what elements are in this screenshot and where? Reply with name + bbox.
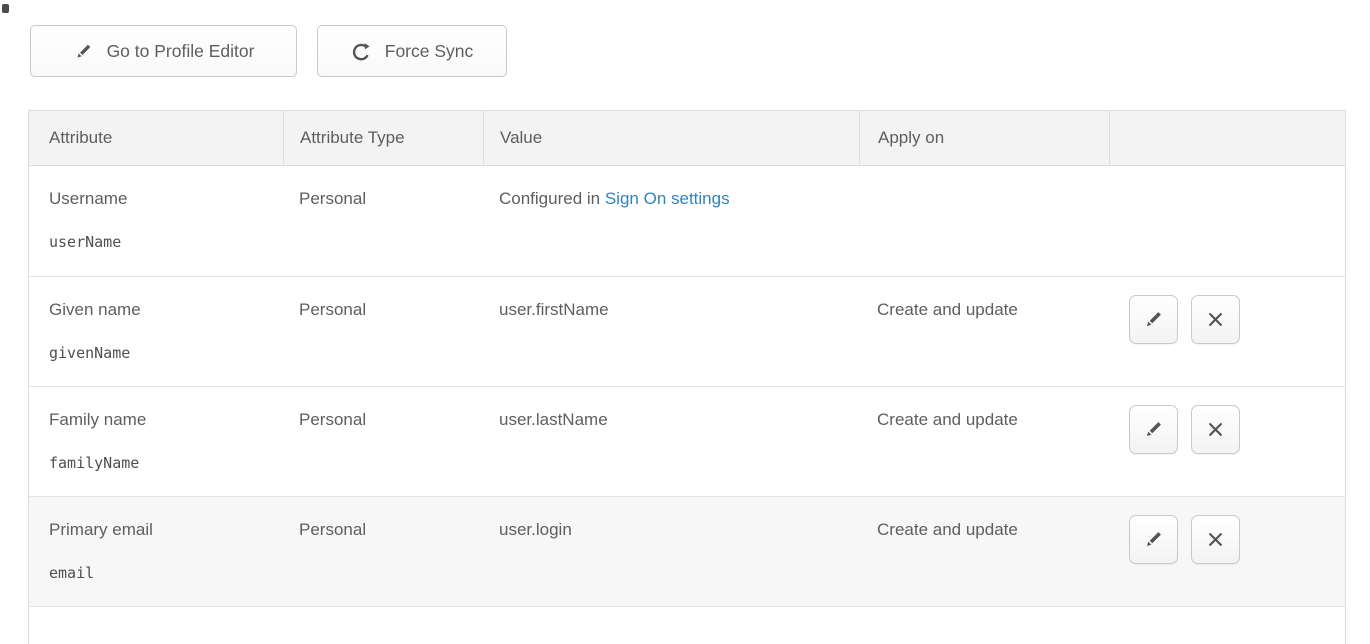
attribute-mappings-table: Attribute Attribute Type Value Apply on … (28, 110, 1346, 644)
value-cell: user.firstName (483, 277, 859, 386)
edit-attribute-button[interactable] (1129, 515, 1178, 564)
table-row-username: Username userName Personal Configured in… (29, 166, 1345, 276)
actions-cell (1109, 497, 1325, 606)
actions-cell (1109, 277, 1325, 386)
force-sync-button[interactable]: Force Sync (317, 25, 507, 77)
actions-cell (1109, 387, 1325, 496)
attribute-label: Given name (49, 299, 283, 320)
attribute-variable-name: familyName (49, 453, 283, 474)
value-text: Configured in (499, 189, 605, 208)
attribute-variable-name: userName (49, 232, 283, 253)
attribute-label: Username (49, 188, 283, 209)
attribute-cell: Primary email email (29, 497, 283, 606)
value-cell: user.login (483, 497, 859, 606)
pencil-icon (1142, 418, 1165, 441)
go-to-profile-editor-label: Go to Profile Editor (107, 41, 255, 62)
refresh-icon (351, 41, 372, 62)
table-row-given-name: Given name givenName Personal user.first… (29, 276, 1345, 386)
pencil-icon (1142, 308, 1165, 331)
close-icon (1204, 528, 1227, 551)
apply-on-cell: Create and update (859, 387, 1109, 496)
value-cell: Configured in Sign On settings (483, 166, 859, 276)
column-header-attribute: Attribute (29, 111, 283, 165)
cropped-ui-fragment (2, 4, 9, 13)
table-header-row: Attribute Attribute Type Value Apply on (29, 111, 1345, 166)
table-row-family-name: Family name familyName Personal user.las… (29, 386, 1345, 496)
column-header-attribute-type: Attribute Type (283, 111, 483, 165)
column-header-apply-on: Apply on (859, 111, 1109, 165)
table-row-primary-email: Primary email email Personal user.login … (29, 496, 1345, 606)
pencil-icon (1142, 528, 1165, 551)
value-cell: user.lastName (483, 387, 859, 496)
pencil-icon (73, 41, 94, 62)
apply-on-cell: Create and update (859, 277, 1109, 386)
close-icon (1204, 418, 1227, 441)
attribute-variable-name: givenName (49, 343, 283, 364)
close-icon (1204, 308, 1227, 331)
sign-on-settings-link[interactable]: Sign On settings (605, 189, 730, 208)
attribute-variable-name: email (49, 563, 283, 584)
attribute-type-cell: Personal (283, 387, 483, 496)
go-to-profile-editor-button[interactable]: Go to Profile Editor (30, 25, 297, 77)
delete-attribute-button[interactable] (1191, 515, 1240, 564)
delete-attribute-button[interactable] (1191, 405, 1240, 454)
attribute-cell: Family name familyName (29, 387, 283, 496)
delete-attribute-button[interactable] (1191, 295, 1240, 344)
table-row-partial (29, 606, 1345, 644)
attribute-label: Primary email (49, 519, 283, 540)
attribute-type-cell: Personal (283, 497, 483, 606)
force-sync-label: Force Sync (385, 41, 474, 62)
column-header-value: Value (483, 111, 859, 165)
edit-attribute-button[interactable] (1129, 295, 1178, 344)
attribute-type-cell: Personal (283, 166, 483, 276)
edit-attribute-button[interactable] (1129, 405, 1178, 454)
actions-cell (1109, 166, 1325, 276)
attribute-cell: Username userName (29, 166, 283, 276)
toolbar: Go to Profile Editor Force Sync (30, 25, 507, 77)
attribute-cell: Given name givenName (29, 277, 283, 386)
apply-on-cell (859, 166, 1109, 276)
attribute-type-cell: Personal (283, 277, 483, 386)
apply-on-cell: Create and update (859, 497, 1109, 606)
attribute-label: Family name (49, 409, 283, 430)
column-header-actions (1109, 111, 1325, 165)
